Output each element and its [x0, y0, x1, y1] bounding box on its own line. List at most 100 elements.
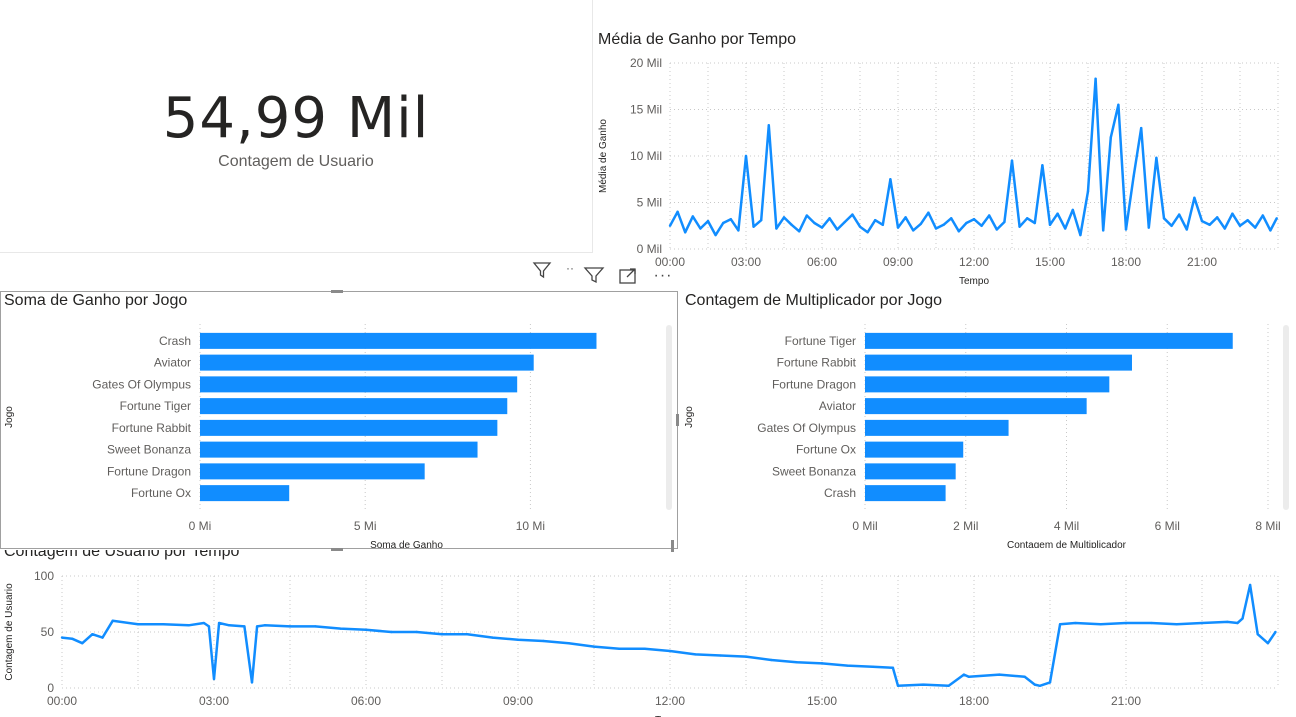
y-axis-label: Jogo: [4, 406, 15, 428]
data-point: [592, 645, 596, 648]
data-point: [694, 653, 697, 656]
y-tick-label: 20 Mil: [630, 56, 662, 70]
scrollbar-contagem-multiplicador[interactable]: [1283, 325, 1289, 510]
x-tick-label: 18:00: [959, 694, 989, 708]
category-label: Gates Of Olympus: [757, 421, 856, 435]
x-tick-label: 4 Mil: [1054, 519, 1079, 533]
data-point: [1038, 684, 1042, 687]
data-point: [1102, 229, 1105, 232]
x-tick-label: 2 Mil: [953, 519, 978, 533]
data-point: [1208, 223, 1211, 227]
data-point: [1018, 225, 1021, 228]
chart-title-contagem-multiplicador: Contagem de Multiplicador por Jogo: [685, 292, 943, 309]
resize-handle-top[interactable]: [331, 290, 343, 293]
drag-dots-icon[interactable]: ··: [566, 261, 574, 275]
filter-icon[interactable]: [531, 259, 553, 281]
data-point: [919, 222, 922, 226]
data-point: [767, 124, 770, 127]
data-point: [255, 625, 259, 628]
category-label: Crash: [824, 486, 856, 500]
bar: [865, 398, 1087, 415]
category-label: Fortune Tiger: [120, 399, 191, 413]
data-point: [1056, 212, 1059, 215]
chart-title-soma-ganho: Soma de Ganho por Jogo: [4, 292, 188, 309]
data-point: [699, 227, 702, 230]
focus-mode-icon[interactable]: [617, 265, 639, 287]
data-point: [567, 642, 570, 645]
data-point: [1124, 228, 1128, 231]
scrollbar-soma-ganho[interactable]: [666, 325, 672, 510]
data-point: [81, 642, 84, 645]
data-point: [744, 154, 748, 158]
data-point: [1079, 233, 1082, 237]
y-axis-label: Jogo: [684, 406, 695, 428]
data-point: [795, 661, 798, 664]
y-axis-label: Contagem de Usuario: [4, 583, 15, 681]
data-point: [1033, 221, 1036, 225]
resize-handle-right[interactable]: [676, 414, 679, 426]
bar: [865, 419, 1009, 436]
data-point: [790, 223, 793, 227]
data-point: [1216, 216, 1219, 219]
data-point: [950, 217, 953, 220]
bar: [200, 419, 498, 436]
y-tick-label: 0: [47, 681, 54, 695]
data-point: [1140, 126, 1143, 130]
resize-handle-bottom[interactable]: [331, 548, 343, 551]
series-line: [61, 583, 1277, 688]
data-point: [828, 217, 831, 220]
data-point: [1231, 212, 1234, 215]
data-point: [516, 638, 520, 642]
data-point: [1132, 175, 1135, 178]
data-point: [1003, 220, 1006, 224]
data-point: [805, 214, 808, 217]
bar-chart-contagem-multiplicador[interactable]: 0 Mil 2 Mil 4 Mil 6 Mil 8 Mil Fortune Tiger Fo…: [680, 318, 1296, 548]
bar: [200, 441, 478, 458]
bar: [200, 376, 518, 393]
data-point: [1170, 224, 1173, 227]
data-point: [91, 633, 94, 636]
data-point: [618, 647, 621, 650]
x-tick-label: 6 Mil: [1155, 519, 1180, 533]
data-point: [922, 683, 925, 686]
bar-chart-soma-ganho[interactable]: 0 Mi 5 Mi 10 Mi Crash Aviator Gates Of Olympu…: [0, 318, 676, 548]
data-point: [820, 662, 824, 665]
y-tick-label: 50: [41, 625, 55, 639]
data-point: [858, 225, 862, 228]
category-label: Sweet Bonanza: [772, 464, 856, 478]
data-point: [1248, 583, 1252, 587]
more-options-icon[interactable]: ···: [652, 265, 674, 287]
data-point: [1109, 136, 1112, 139]
data-point: [684, 231, 687, 234]
visual-filter-icon[interactable]: [583, 264, 605, 286]
x-axis-label: Contagem de Multiplicador: [1007, 540, 1127, 548]
line-chart-media-ganho[interactable]: 0 Mil5 Mil10 Mil15 Mil20 Mil00:00 03:00 06…: [592, 52, 1296, 292]
category-label: Fortune Dragon: [772, 377, 856, 391]
data-point: [1162, 217, 1166, 220]
category-label: Gates Of Olympus: [92, 377, 191, 391]
data-point: [1064, 227, 1067, 230]
data-point: [1086, 190, 1090, 193]
bar: [200, 463, 425, 480]
x-tick-label: 0 Mil: [852, 519, 877, 533]
x-tick-label: 03:00: [199, 694, 229, 708]
data-point: [760, 218, 763, 222]
data-point: [1033, 683, 1037, 686]
line-chart-contagem-usuario[interactable]: 0 50 100 00:00 03:00 06:00 09:00 12:00 15:00 18:0…: [0, 562, 1296, 717]
y-axis-label: Média de Ganho: [598, 119, 609, 193]
data-point: [1124, 621, 1128, 625]
x-tick-label: 15:00: [1035, 255, 1065, 269]
category-label: Crash: [159, 334, 191, 348]
category-label: Fortune Tiger: [785, 334, 856, 348]
data-point: [980, 224, 983, 227]
data-point: [1147, 226, 1150, 229]
data-point: [1150, 621, 1153, 625]
data-point: [871, 665, 874, 668]
x-tick-label: 12:00: [655, 694, 685, 708]
data-point: [1236, 621, 1239, 625]
x-tick-label: 06:00: [807, 255, 837, 269]
category-label: Aviator: [154, 356, 191, 370]
x-tick-label: 03:00: [731, 255, 761, 269]
data-point: [851, 213, 854, 216]
data-point: [744, 655, 748, 658]
